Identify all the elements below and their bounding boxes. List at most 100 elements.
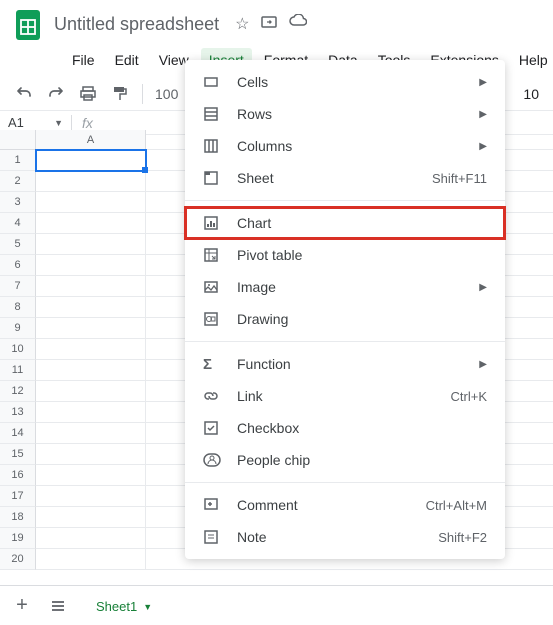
- menu-item-function[interactable]: ΣFunction▶: [185, 348, 505, 380]
- row-header[interactable]: 6: [0, 255, 36, 276]
- cell[interactable]: [36, 297, 146, 318]
- cell[interactable]: [36, 360, 146, 381]
- menu-item-checkbox[interactable]: Checkbox: [185, 412, 505, 444]
- checkbox-icon: [203, 419, 221, 437]
- undo-button[interactable]: [14, 84, 34, 104]
- menu-item-image[interactable]: Image▶: [185, 271, 505, 303]
- chevron-down-icon[interactable]: ▼: [143, 602, 152, 612]
- menu-item-link[interactable]: LinkCtrl+K: [185, 380, 505, 412]
- sheet-tab[interactable]: Sheet1 ▼: [82, 589, 166, 622]
- cell[interactable]: [36, 465, 146, 486]
- image-icon: [203, 278, 221, 296]
- pivot-icon: [203, 246, 221, 264]
- cell[interactable]: [36, 192, 146, 213]
- drawing-icon: [203, 310, 221, 328]
- menu-item-pivot-table[interactable]: Pivot table: [185, 239, 505, 271]
- menu-item-note[interactable]: NoteShift+F2: [185, 521, 505, 553]
- formula-bar[interactable]: fx: [72, 115, 103, 131]
- chevron-down-icon: ▼: [54, 118, 63, 128]
- fx-icon: fx: [82, 115, 93, 131]
- sheets-logo-icon: [10, 6, 46, 42]
- menu-item-chart[interactable]: Chart: [185, 207, 505, 239]
- submenu-arrow-icon: ▶: [479, 359, 487, 370]
- rows-icon: [203, 105, 221, 123]
- bottom-bar: + Sheet1 ▼: [0, 585, 553, 625]
- menu-separator: [185, 341, 505, 342]
- cell[interactable]: [36, 318, 146, 339]
- people-icon: [203, 451, 221, 469]
- cell[interactable]: [36, 381, 146, 402]
- row-header[interactable]: 19: [0, 528, 36, 549]
- chart-icon: [203, 214, 221, 232]
- comment-icon: [203, 496, 221, 514]
- cell[interactable]: [36, 255, 146, 276]
- submenu-arrow-icon: ▶: [479, 282, 487, 293]
- row-header[interactable]: 15: [0, 444, 36, 465]
- menu-item-comment[interactable]: CommentCtrl+Alt+M: [185, 489, 505, 521]
- cell[interactable]: [36, 213, 146, 234]
- sheet-tab-label: Sheet1: [96, 599, 137, 614]
- cell[interactable]: [36, 444, 146, 465]
- menu-item-rows[interactable]: Rows▶: [185, 98, 505, 130]
- paint-format-button[interactable]: [110, 84, 130, 104]
- menu-file[interactable]: File: [64, 48, 103, 72]
- cell[interactable]: [36, 507, 146, 528]
- star-icon[interactable]: ☆: [235, 14, 249, 35]
- select-all-corner[interactable]: [0, 130, 36, 150]
- cell[interactable]: [36, 549, 146, 570]
- row-header[interactable]: 13: [0, 402, 36, 423]
- row-header[interactable]: 5: [0, 234, 36, 255]
- sheet-icon: [203, 169, 221, 187]
- row-header[interactable]: 8: [0, 297, 36, 318]
- row-header[interactable]: 4: [0, 213, 36, 234]
- cell[interactable]: [36, 528, 146, 549]
- cell[interactable]: [36, 423, 146, 444]
- cell[interactable]: [36, 276, 146, 297]
- row-header[interactable]: 9: [0, 318, 36, 339]
- row-header[interactable]: 7: [0, 276, 36, 297]
- link-icon: [203, 387, 221, 405]
- menu-item-columns[interactable]: Columns▶: [185, 130, 505, 162]
- cell[interactable]: [36, 339, 146, 360]
- font-size-selector[interactable]: 10: [523, 86, 539, 102]
- row-header[interactable]: 14: [0, 423, 36, 444]
- row-header[interactable]: 20: [0, 549, 36, 570]
- cell[interactable]: [36, 402, 146, 423]
- cell-a1[interactable]: [36, 150, 146, 171]
- move-icon[interactable]: [261, 14, 277, 35]
- row-header[interactable]: 12: [0, 381, 36, 402]
- name-box[interactable]: A1 ▼: [0, 115, 72, 130]
- row-header[interactable]: 11: [0, 360, 36, 381]
- row-header[interactable]: 18: [0, 507, 36, 528]
- print-button[interactable]: [78, 84, 98, 104]
- row-header[interactable]: 16: [0, 465, 36, 486]
- all-sheets-button[interactable]: [46, 594, 70, 618]
- row-header[interactable]: 3: [0, 192, 36, 213]
- function-icon: Σ: [203, 355, 221, 373]
- cell[interactable]: [36, 234, 146, 255]
- column-header-a[interactable]: A: [36, 130, 146, 150]
- note-icon: [203, 528, 221, 546]
- cell[interactable]: [36, 486, 146, 507]
- insert-dropdown-menu: Cells▶ Rows▶ Columns▶ SheetShift+F11 Cha…: [185, 60, 505, 559]
- submenu-arrow-icon: ▶: [479, 141, 487, 152]
- add-sheet-button[interactable]: +: [10, 594, 34, 618]
- menu-item-sheet[interactable]: SheetShift+F11: [185, 162, 505, 194]
- redo-button[interactable]: [46, 84, 66, 104]
- document-title[interactable]: Untitled spreadsheet: [54, 14, 219, 35]
- menu-help[interactable]: Help: [511, 48, 553, 72]
- menu-item-drawing[interactable]: Drawing: [185, 303, 505, 335]
- row-header[interactable]: 2: [0, 171, 36, 192]
- row-header[interactable]: 10: [0, 339, 36, 360]
- row-header[interactable]: 1: [0, 150, 36, 171]
- menu-item-people-chip[interactable]: People chip: [185, 444, 505, 476]
- menu-item-cells[interactable]: Cells▶: [185, 66, 505, 98]
- cell[interactable]: [36, 171, 146, 192]
- columns-icon: [203, 137, 221, 155]
- submenu-arrow-icon: ▶: [479, 109, 487, 120]
- menu-separator: [185, 482, 505, 483]
- row-header[interactable]: 17: [0, 486, 36, 507]
- zoom-selector[interactable]: 100: [155, 86, 178, 102]
- cloud-icon[interactable]: [289, 14, 307, 35]
- menu-edit[interactable]: Edit: [107, 48, 147, 72]
